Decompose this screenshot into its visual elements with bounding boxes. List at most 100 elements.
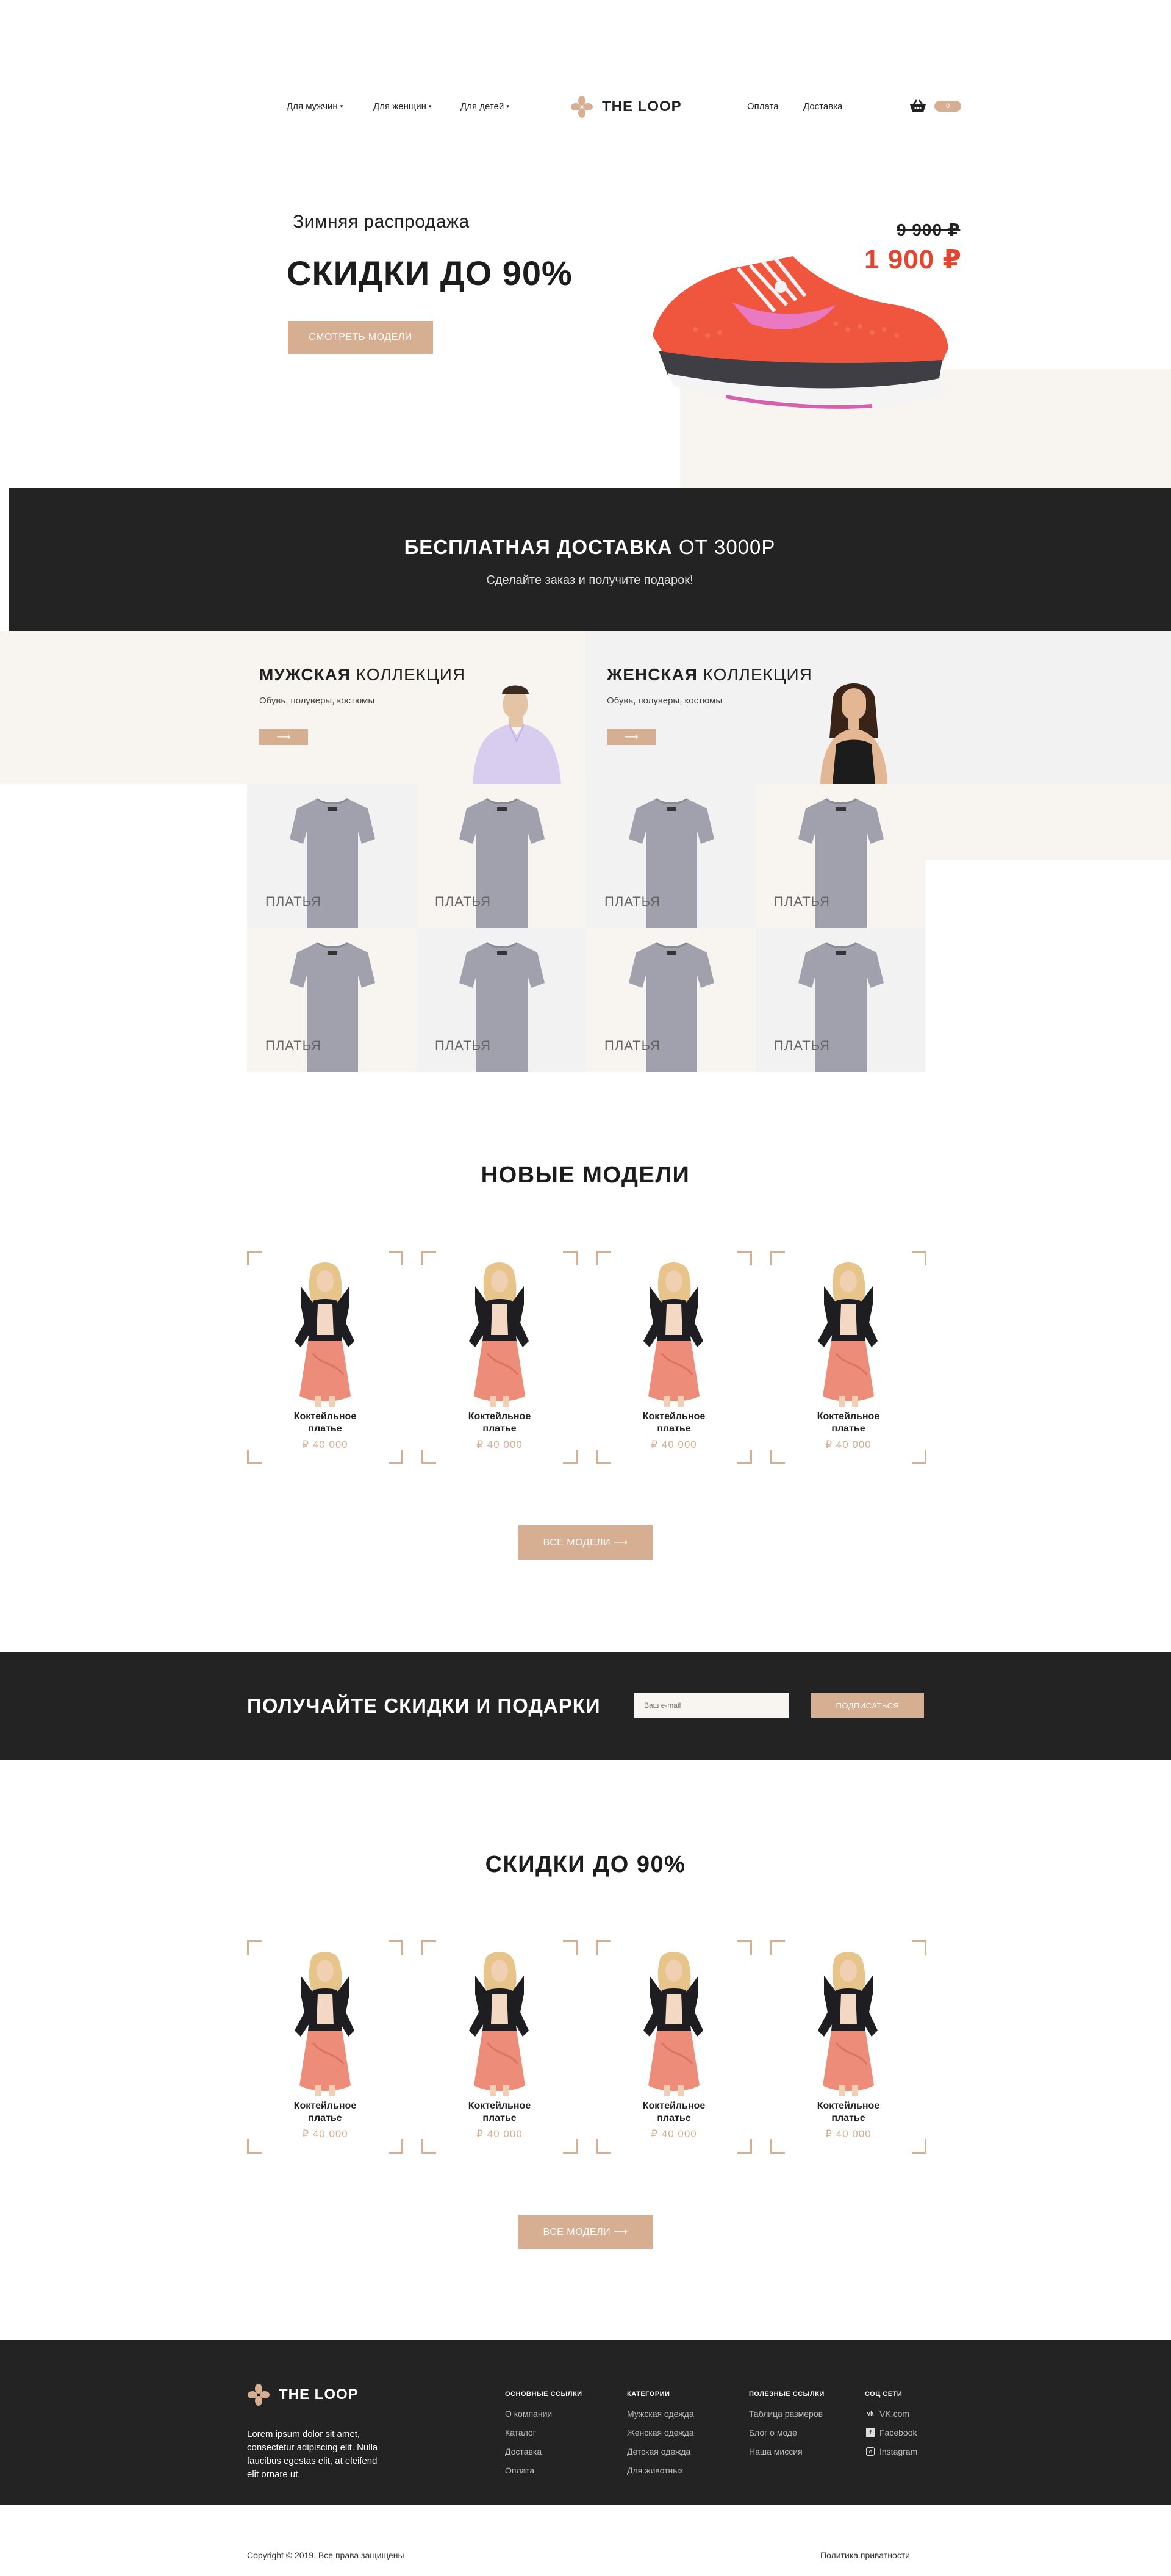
- product-name: Коктейльное платье: [293, 1411, 357, 1434]
- footer-link[interactable]: Таблица размеров: [749, 2409, 823, 2419]
- corner-decoration: [912, 1940, 926, 1955]
- footer-link[interactable]: Детская одежда: [627, 2447, 690, 2456]
- social-vk-label: VK.com: [879, 2409, 910, 2419]
- corner-decoration: [421, 1940, 436, 1955]
- category-tile[interactable]: ПЛАТЬЯ: [586, 784, 756, 928]
- category-tile[interactable]: ПЛАТЬЯ: [417, 928, 586, 1072]
- corner-decoration: [737, 1940, 752, 1955]
- delivery-title: БЕСПЛАТНАЯ ДОСТАВКА ОТ 3000Р: [9, 536, 1171, 559]
- email-field[interactable]: [634, 1693, 789, 1718]
- category-label: ПЛАТЬЯ: [435, 894, 491, 909]
- footer-link[interactable]: Доставка: [505, 2447, 542, 2456]
- women-collection[interactable]: ЖЕНСКАЯ КОЛЛЕКЦИЯ Обувь, полуверы, костю…: [607, 665, 812, 745]
- product-card[interactable]: Коктейльное платье ₽ 40 000: [247, 1940, 403, 2154]
- social-vk[interactable]: vk VK.com: [866, 2409, 909, 2419]
- men-collection-title: МУЖСКАЯ КОЛЛЕКЦИЯ: [259, 665, 466, 684]
- women-collection-desc: Обувь, полуверы, костюмы: [607, 696, 723, 706]
- nav-men-label: Для мужчин: [287, 101, 338, 112]
- product-price: ₽ 40 000: [651, 1439, 697, 1450]
- dress-model-image: [295, 1262, 354, 1407]
- corner-decoration: [596, 1450, 611, 1464]
- corner-decoration: [389, 1940, 403, 1955]
- corner-decoration: [770, 1251, 785, 1265]
- product-card[interactable]: Коктейльное платье ₽ 40 000: [247, 1251, 403, 1464]
- corner-decoration: [563, 1251, 578, 1265]
- category-tile[interactable]: ПЛАТЬЯ: [756, 928, 925, 1072]
- vk-icon: vk: [867, 2410, 874, 2417]
- product-card[interactable]: Коктейльное платье ₽ 40 000: [421, 1940, 578, 2154]
- category-tile[interactable]: ПЛАТЬЯ: [586, 928, 756, 1072]
- product-price: ₽ 40 000: [825, 2128, 872, 2140]
- nav-delivery[interactable]: Доставка: [803, 101, 842, 112]
- footer-link[interactable]: Наша миссия: [749, 2447, 803, 2456]
- product-price: ₽ 40 000: [476, 2128, 523, 2140]
- subscribe-title: ПОЛУЧАЙТЕ СКИДКИ И ПОДАРКИ: [247, 1694, 601, 1717]
- logo-text: THE LOOP: [602, 98, 682, 115]
- logo-icon: [571, 96, 593, 118]
- corner-decoration: [737, 1251, 752, 1265]
- cart[interactable]: 0: [909, 99, 961, 113]
- category-tile[interactable]: ПЛАТЬЯ: [756, 784, 925, 928]
- copyright: Copyright © 2019. Все права защищены: [247, 2550, 404, 2560]
- category-tile[interactable]: ПЛАТЬЯ: [417, 784, 586, 928]
- social-facebook[interactable]: f Facebook: [866, 2428, 917, 2437]
- product-card[interactable]: Коктейльное платье ₽ 40 000: [770, 1251, 926, 1464]
- product-card[interactable]: Коктейльное платье ₽ 40 000: [596, 1251, 752, 1464]
- product-card[interactable]: Коктейльное платье ₽ 40 000: [596, 1940, 752, 2154]
- social-instagram[interactable]: Instagram: [866, 2447, 917, 2456]
- footer-link[interactable]: О компании: [505, 2409, 552, 2419]
- women-collection-arrow-button[interactable]: ⟶: [607, 729, 656, 745]
- logo[interactable]: THE LOOP: [570, 95, 682, 118]
- men-collection-arrow-button[interactable]: ⟶: [259, 729, 308, 745]
- product-name: Коктейльное платье: [642, 2101, 706, 2123]
- product-price: ₽ 40 000: [651, 2128, 697, 2140]
- header: Для мужчин ▾ Для женщин ▾ Для детей ▾ THE L…: [0, 92, 1171, 122]
- dress-model-image: [295, 1951, 354, 2096]
- all-models-button[interactable]: ВСЕ МОДЕЛИ ⟶: [518, 1525, 653, 1560]
- privacy-link[interactable]: Политика приватности: [820, 2550, 910, 2560]
- nav-men[interactable]: Для мужчин ▾: [287, 101, 343, 112]
- nav-delivery-label: Доставка: [803, 101, 843, 112]
- corner-decoration: [770, 1940, 785, 1955]
- corner-decoration: [389, 2139, 403, 2154]
- category-tile[interactable]: ПЛАТЬЯ: [247, 784, 417, 928]
- nav-payment-label: Оплата: [747, 101, 779, 112]
- footer-link[interactable]: Женская одежда: [627, 2428, 694, 2437]
- footer-link[interactable]: Каталог: [505, 2428, 536, 2437]
- footer-link[interactable]: Мужская одежда: [627, 2409, 694, 2419]
- women-collection-extension: [924, 784, 1171, 860]
- delivery-title-bold: БЕСПЛАТНАЯ ДОСТАВКА: [404, 536, 673, 558]
- corner-decoration: [247, 2139, 262, 2154]
- category-tile[interactable]: ПЛАТЬЯ: [247, 928, 417, 1072]
- corner-decoration: [389, 1450, 403, 1464]
- nav-women[interactable]: Для женщин ▾: [373, 101, 431, 112]
- corner-decoration: [247, 1940, 262, 1955]
- product-card[interactable]: Коктейльное платье ₽ 40 000: [770, 1940, 926, 2154]
- subscribe-button[interactable]: ПОДПИСАТЬСЯ: [811, 1693, 924, 1718]
- product-name: Коктейльное платье: [468, 1411, 531, 1434]
- footer-link[interactable]: Блог о моде: [749, 2428, 797, 2437]
- category-label: ПЛАТЬЯ: [774, 1038, 830, 1053]
- corner-decoration: [247, 1251, 262, 1265]
- footer-link[interactable]: Для животных: [627, 2466, 683, 2475]
- category-label: ПЛАТЬЯ: [435, 1038, 491, 1053]
- sale-all-models-button[interactable]: ВСЕ МОДЕЛИ ⟶: [518, 2215, 653, 2249]
- footer-logo-text: THE LOOP: [279, 2386, 359, 2403]
- category-label: ПЛАТЬЯ: [604, 894, 661, 909]
- product-name: Коктейльное платье: [817, 1411, 880, 1434]
- product-price: ₽ 40 000: [302, 2128, 348, 2140]
- sale-title: СКИДКИ ДО 90%: [485, 1852, 686, 1877]
- corner-decoration: [596, 1251, 611, 1265]
- product-price: ₽ 40 000: [302, 1439, 348, 1450]
- footer-logo[interactable]: THE LOOP: [247, 2383, 359, 2406]
- men-collection[interactable]: МУЖСКАЯ КОЛЛЕКЦИЯ Обувь, полуверы, костю…: [259, 665, 465, 745]
- hero-subtitle: Зимняя распродажа: [293, 212, 470, 232]
- nav-kids[interactable]: Для детей ▾: [460, 101, 509, 112]
- nav-payment[interactable]: Оплата: [747, 101, 779, 112]
- product-price: ₽ 40 000: [825, 1439, 872, 1450]
- footer-link[interactable]: Оплата: [505, 2466, 534, 2475]
- view-models-button[interactable]: СМОТРЕТЬ МОДЕЛИ: [288, 321, 433, 354]
- product-card[interactable]: Коктейльное платье ₽ 40 000: [421, 1251, 578, 1464]
- footer-about: Lorem ipsum dolor sit amet, consectetur …: [247, 2429, 378, 2480]
- corner-decoration: [737, 2139, 752, 2154]
